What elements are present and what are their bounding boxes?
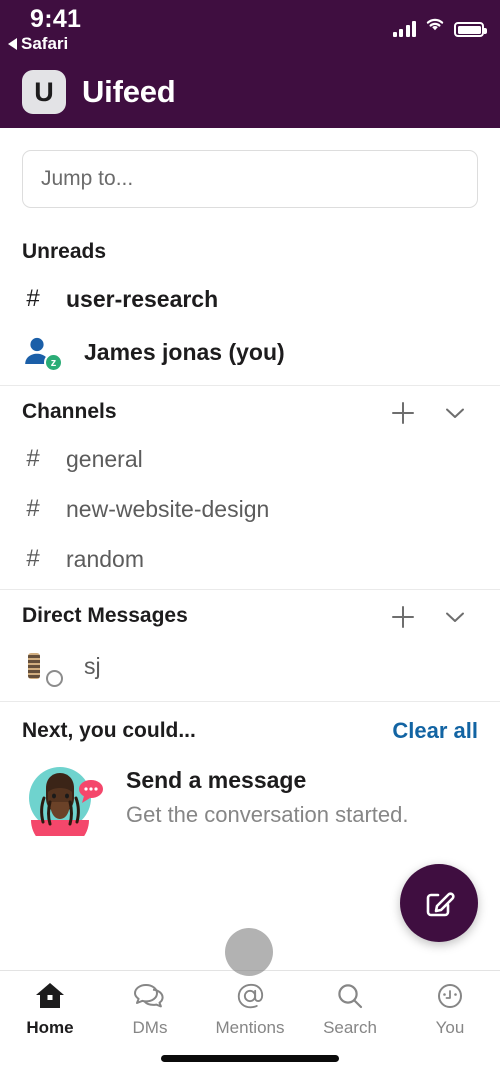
- plus-icon[interactable]: [390, 604, 414, 628]
- status-bar: 9:41 Safari: [0, 0, 500, 58]
- touch-cursor-indicator: [225, 928, 273, 976]
- dms-chat-icon: [134, 984, 164, 1008]
- clear-all-button[interactable]: Clear all: [392, 718, 478, 744]
- tab-you[interactable]: You: [400, 981, 500, 1038]
- status-icons: [392, 16, 487, 37]
- status-badge-offline: [46, 670, 63, 687]
- unreads-section: Unreads # user-research z James jonas (y…: [0, 226, 500, 386]
- unreads-title: Unreads: [22, 240, 107, 263]
- tab-label: Home: [26, 1018, 74, 1037]
- unread-item-james-jonas[interactable]: z James jonas (you): [0, 324, 500, 385]
- tab-label: Mentions: [215, 1018, 285, 1037]
- channel-item-random[interactable]: # random: [0, 534, 500, 589]
- suggestion-card-send-a-message[interactable]: Send a message Get the conversation star…: [0, 752, 500, 849]
- channel-item-label: general: [66, 445, 143, 472]
- person-with-speech-bubble-illustration: [22, 758, 104, 849]
- direct-messages-actions: [390, 604, 478, 628]
- compose-button[interactable]: [400, 864, 478, 942]
- suggestions-section: Next, you could... Clear all Send a mess…: [0, 702, 500, 849]
- unread-item-user-research[interactable]: # user-research: [0, 274, 500, 324]
- channel-item-label: new-website-design: [66, 495, 270, 522]
- tab-home[interactable]: Home: [0, 981, 100, 1038]
- channels-title: Channels: [22, 400, 117, 423]
- mentions-at-icon: [237, 983, 264, 1009]
- hash-icon: #: [26, 495, 40, 522]
- direct-messages-section: Direct Messages sj: [0, 590, 500, 702]
- unreads-header: Unreads: [0, 226, 500, 274]
- channels-section: Channels # general # new-website-design …: [0, 386, 500, 590]
- direct-messages-title: Direct Messages: [22, 604, 188, 627]
- workspace-name: Uifeed: [82, 74, 176, 109]
- avatar: [22, 649, 63, 687]
- status-time: 9:41: [30, 5, 82, 33]
- tab-dms[interactable]: DMs: [100, 981, 200, 1038]
- cellular-signal-icon: [392, 21, 416, 37]
- app-header: 9:41 Safari U Uifeed: [0, 0, 500, 128]
- home-indicator: [161, 1055, 339, 1062]
- status-badge-away: z: [44, 353, 63, 372]
- bottom-tab-bar: Home DMs Mentions Search You: [0, 970, 500, 1080]
- you-face-icon: [438, 984, 462, 1008]
- wifi-icon: [424, 16, 446, 37]
- app-screen: 9:41 Safari U Uifeed Jump to... Unreads …: [0, 0, 500, 1080]
- hash-icon: #: [26, 445, 40, 472]
- battery-full-icon: [454, 22, 487, 37]
- channel-item-general[interactable]: # general: [0, 434, 500, 484]
- suggestion-text: Send a message Get the conversation star…: [126, 767, 409, 828]
- back-to-app-link[interactable]: Safari: [8, 34, 68, 54]
- tab-label: You: [435, 1018, 465, 1037]
- channel-item-label: random: [66, 545, 144, 572]
- home-icon: [36, 983, 64, 1008]
- back-app-label: Safari: [21, 34, 69, 53]
- compose-pencil-icon: [426, 892, 455, 917]
- search-section: [0, 128, 500, 226]
- search-icon: [338, 984, 363, 1009]
- person-away-icon: z: [22, 335, 63, 372]
- channels-actions: [390, 400, 478, 424]
- suggestions-title: Next, you could...: [22, 719, 196, 742]
- suggestion-subtitle: Get the conversation started.: [126, 801, 409, 827]
- unread-item-label: user-research: [66, 285, 219, 312]
- plus-icon[interactable]: [390, 400, 414, 424]
- dm-item-label: sj: [84, 652, 101, 679]
- suggestion-title: Send a message: [126, 766, 307, 793]
- tab-mentions[interactable]: Mentions: [200, 981, 300, 1038]
- unread-item-label: James jonas (you): [84, 338, 285, 365]
- channels-header: Channels: [0, 386, 500, 434]
- dm-item-sj[interactable]: sj: [0, 638, 500, 701]
- back-caret-icon: [8, 38, 17, 50]
- workspace-header[interactable]: U Uifeed: [0, 58, 500, 126]
- tab-label: Search: [323, 1018, 377, 1037]
- tab-search[interactable]: Search: [300, 981, 400, 1038]
- chevron-down-icon[interactable]: [442, 400, 466, 424]
- direct-messages-header: Direct Messages: [0, 590, 500, 638]
- hash-icon: #: [26, 545, 40, 572]
- hash-icon: #: [26, 285, 40, 312]
- suggestions-header: Next, you could... Clear all: [0, 702, 500, 752]
- search-input[interactable]: [22, 150, 478, 208]
- chevron-down-icon[interactable]: [442, 604, 466, 628]
- tab-label: DMs: [132, 1018, 168, 1037]
- channel-item-new-website-design[interactable]: # new-website-design: [0, 484, 500, 534]
- workspace-logo: U: [22, 70, 66, 114]
